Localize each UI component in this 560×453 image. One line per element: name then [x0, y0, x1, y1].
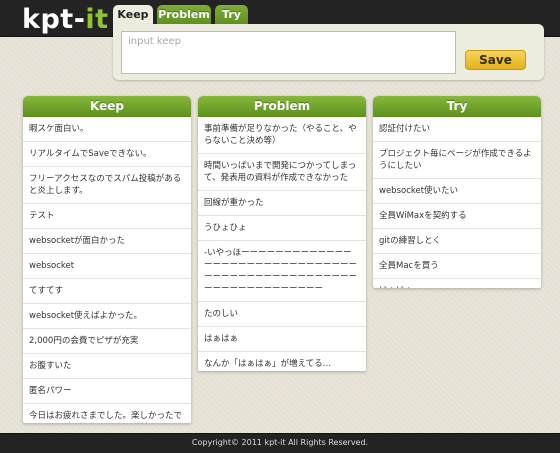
keep-input[interactable] [121, 31, 456, 74]
try-card[interactable]: はぁはぁ [373, 279, 541, 288]
try-card[interactable]: gitの練習しとく [373, 229, 541, 254]
save-button[interactable]: Save [465, 50, 526, 70]
keep-card[interactable]: websocket使えばよかった。 [23, 304, 191, 329]
keep-column-header: Keep [23, 96, 191, 117]
app-logo[interactable]: kpt-it [22, 4, 109, 35]
problem-card[interactable]: 回線が重かった [198, 191, 366, 216]
try-card[interactable]: websocket使いたい [373, 179, 541, 204]
try-card-list: 認証付けたい プロジェクト毎にページが作成できるようにしたい websocket… [373, 117, 541, 288]
keep-card[interactable]: フリーアクセスなのでスパム投稿があると炎上します。 [23, 167, 191, 204]
logo-text: kpt- [22, 4, 86, 35]
problem-column: Problem 事前準備が足りなかった（やること、やらないこと決め等） 時間いっ… [198, 96, 366, 371]
problem-card-list: 事前準備が足りなかった（やること、やらないこと決め等） 時間いっぱいまで開発につ… [198, 117, 366, 371]
problem-column-header: Problem [198, 96, 366, 117]
keep-card[interactable]: 2,000円の会費でピザが充実 [23, 329, 191, 354]
keep-card[interactable]: 匿名パワー [23, 379, 191, 404]
problem-card[interactable]: なんか「はぁはぁ」が増えてる… [198, 352, 366, 371]
tab-problem[interactable]: Problem [157, 5, 211, 25]
problem-card[interactable]: たのしい [198, 302, 366, 327]
keep-card[interactable]: テスト [23, 204, 191, 229]
keep-card[interactable]: てすてす [23, 279, 191, 304]
try-column-header: Try [373, 96, 541, 117]
logo-accent-text: it [85, 4, 109, 35]
footer: Copyright© 2011 kpt-it All Rights Reserv… [0, 433, 560, 453]
try-card[interactable]: 認証付けたい [373, 117, 541, 142]
try-card[interactable]: 全員WiMaxを契約する [373, 204, 541, 229]
keep-card[interactable]: websocket [23, 254, 191, 279]
problem-card[interactable]: 事前準備が足りなかった（やること、やらないこと決め等） [198, 117, 366, 154]
keep-card[interactable]: websocketが面白かった [23, 229, 191, 254]
tab-try[interactable]: Try [215, 5, 248, 25]
keep-card[interactable]: リアルタイムでSaveできない。 [23, 142, 191, 167]
tab-keep[interactable]: Keep [113, 5, 153, 26]
keep-column: Keep 暇スケ面白い。 リアルタイムでSaveできない。 フリーアクセスなので… [23, 96, 191, 423]
keep-card[interactable]: お腹すいた [23, 354, 191, 379]
problem-card[interactable]: -いやっほーーーーーーーーーーーーーーーーーーーーーーーーーーーーーーーーーーー… [198, 241, 366, 302]
keep-card[interactable]: 暇スケ面白い。 [23, 117, 191, 142]
problem-card[interactable]: はぁはぁ [198, 327, 366, 352]
try-card[interactable]: プロジェクト毎にページが作成できるようにしたい [373, 142, 541, 179]
problem-card[interactable]: 時間いっぱいまで開発につかってしまって、発表用の資料が作成できなかった [198, 154, 366, 191]
try-card[interactable]: 全員Macを買う [373, 254, 541, 279]
problem-card[interactable]: うひょひょ [198, 216, 366, 241]
input-panel: Save [113, 24, 544, 80]
keep-card-list: 暇スケ面白い。 リアルタイムでSaveできない。 フリーアクセスなのでスパム投稿… [23, 117, 191, 423]
keep-card[interactable]: 今日はお疲れさまでした。楽しかったです。 gitの勉強がてらkpt-itも触って… [23, 404, 191, 423]
try-column: Try 認証付けたい プロジェクト毎にページが作成できるようにしたい webso… [373, 96, 541, 288]
